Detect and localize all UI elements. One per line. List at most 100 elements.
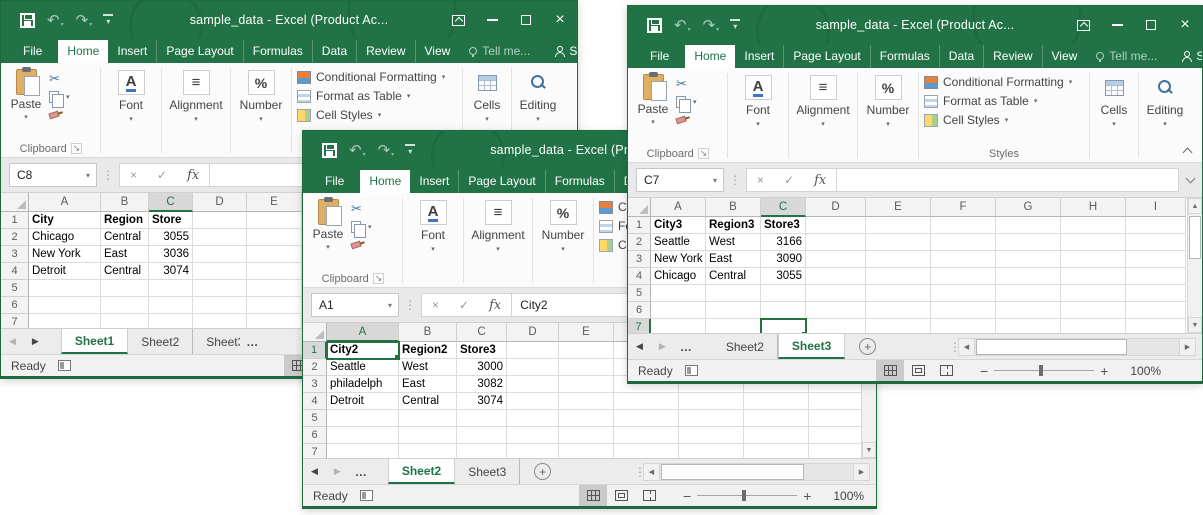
cell-G7[interactable] (679, 444, 744, 458)
cell-I2[interactable] (1126, 234, 1186, 251)
cell-H1[interactable] (1061, 217, 1126, 234)
tab-insert[interactable]: Insert (410, 170, 459, 193)
page-layout-view-button[interactable] (904, 360, 932, 382)
cut-icon[interactable]: ✂ (676, 77, 697, 91)
cancel-icon[interactable]: × (120, 168, 147, 182)
cell-E1[interactable] (866, 217, 931, 234)
cell-A1[interactable]: City (29, 212, 101, 229)
name-box-dropdown-icon[interactable]: ▾ (382, 301, 398, 310)
cell-B4[interactable]: Central (706, 268, 761, 285)
cell-A4[interactable]: Detroit (327, 393, 399, 410)
zoom-slider[interactable] (994, 370, 1094, 371)
cell-A5[interactable] (327, 410, 399, 427)
cell-B3[interactable]: East (101, 246, 149, 263)
sheet-overflow-ellipsis[interactable]: … (240, 329, 265, 354)
cell-E1[interactable] (247, 212, 302, 229)
row-header-1[interactable]: 1 (303, 342, 327, 359)
cell-A2[interactable]: Chicago (29, 229, 101, 246)
column-header-G[interactable]: G (996, 198, 1061, 217)
tab-data[interactable]: Data (313, 40, 357, 63)
tab-file[interactable]: File (309, 170, 360, 193)
cell-H5[interactable] (1061, 285, 1126, 302)
cell-F6[interactable] (931, 302, 996, 319)
row-header-3[interactable]: 3 (303, 376, 327, 393)
column-header-D[interactable]: D (193, 193, 247, 212)
zoom-in-button[interactable]: + (797, 488, 817, 504)
cell-D2[interactable] (193, 229, 247, 246)
paste-button[interactable]: Paste ▾ (630, 71, 676, 145)
row-header-2[interactable]: 2 (628, 234, 651, 251)
cell-C1[interactable]: Store (149, 212, 193, 229)
cell-A1[interactable]: City2 (327, 342, 399, 359)
cell-C7[interactable] (149, 314, 193, 328)
cell-E2[interactable] (559, 359, 614, 376)
cell-A3[interactable]: philadelph (327, 376, 399, 393)
cell-D3[interactable] (193, 246, 247, 263)
row-header-6[interactable]: 6 (1, 297, 29, 314)
cell-D7[interactable] (507, 444, 559, 458)
undo-icon[interactable]: ↶▾ (344, 141, 371, 160)
format-painter-icon[interactable] (351, 238, 372, 252)
cell-E2[interactable] (866, 234, 931, 251)
scroll-down-icon[interactable]: ▼ (1188, 317, 1202, 333)
sheet-tab-sheet2[interactable]: Sheet2 (713, 334, 778, 359)
cell-A2[interactable]: Seattle (651, 234, 706, 251)
cell-B1[interactable]: Region (101, 212, 149, 229)
zoom-slider[interactable] (697, 495, 797, 496)
cut-icon[interactable]: ✂ (49, 72, 70, 86)
column-header-E[interactable]: E (247, 193, 302, 212)
cell-E4[interactable] (866, 268, 931, 285)
redo-icon[interactable]: ↷▾ (698, 16, 725, 35)
name-box-dropdown-icon[interactable]: ▾ (707, 176, 723, 185)
page-break-view-button[interactable] (635, 485, 663, 507)
cell-I5[interactable] (1126, 285, 1186, 302)
cell-F5[interactable] (931, 285, 996, 302)
column-header-A[interactable]: A (29, 193, 101, 212)
alignment-group-button[interactable]: ≡ Alignment ▾ (790, 71, 856, 162)
row-header-4[interactable]: 4 (628, 268, 651, 285)
minimize-icon[interactable] (1100, 6, 1134, 44)
cell-G7[interactable] (996, 319, 1061, 333)
scroll-left-icon[interactable]: ◀ (958, 338, 975, 356)
fill-handle[interactable] (801, 331, 806, 333)
cell-D3[interactable] (806, 251, 866, 268)
qat-customize-icon[interactable]: ▾ (103, 14, 113, 27)
cell-B3[interactable]: East (399, 376, 457, 393)
row-header-2[interactable]: 2 (303, 359, 327, 376)
cell-F4[interactable] (931, 268, 996, 285)
column-header-I[interactable]: I (1126, 198, 1186, 217)
row-header-2[interactable]: 2 (1, 229, 29, 246)
font-group-button[interactable]: A Font ▾ (102, 66, 160, 157)
horizontal-scrollbar[interactable]: ◀ ▶ (643, 463, 870, 481)
horizontal-scroll-thumb[interactable] (661, 464, 804, 480)
row-header-7[interactable]: 7 (1, 314, 29, 328)
tab-page-layout[interactable]: Page Layout (157, 40, 243, 63)
cell-C5[interactable] (761, 285, 806, 302)
sheet-tab-sheet3[interactable]: Sheet3 (778, 334, 845, 359)
copy-icon[interactable]: ▾ (351, 220, 372, 234)
row-header-4[interactable]: 4 (1, 263, 29, 280)
cell-C7[interactable] (457, 444, 507, 458)
zoom-slider-handle[interactable] (1039, 365, 1043, 376)
horizontal-scroll-track[interactable] (660, 463, 853, 481)
cell-E5[interactable] (559, 410, 614, 427)
cell-B6[interactable] (706, 302, 761, 319)
enter-icon[interactable]: ✓ (147, 168, 177, 182)
cell-A3[interactable]: New York (29, 246, 101, 263)
cell-B7[interactable] (399, 444, 457, 458)
redo-icon[interactable]: ↷▾ (71, 11, 98, 30)
cell-A3[interactable]: New York (651, 251, 706, 268)
row-header-5[interactable]: 5 (1, 280, 29, 297)
cell-I3[interactable] (1126, 251, 1186, 268)
name-box[interactable]: C7 ▾ (636, 168, 724, 192)
share-button[interactable]: Share (1167, 45, 1203, 68)
cell-D1[interactable] (806, 217, 866, 234)
tab-page-layout[interactable]: Page Layout (784, 45, 870, 68)
macro-record-icon[interactable] (360, 490, 373, 501)
ribbon-display-options-icon[interactable] (1066, 6, 1100, 44)
select-all-corner[interactable] (628, 198, 651, 217)
cell-F1[interactable] (931, 217, 996, 234)
cell-B5[interactable] (399, 410, 457, 427)
cell-C5[interactable] (457, 410, 507, 427)
cell-B5[interactable] (706, 285, 761, 302)
